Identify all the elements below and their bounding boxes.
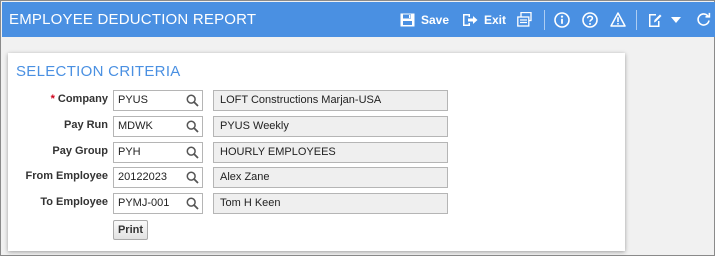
section-title: SELECTION CRITERIA: [16, 63, 181, 80]
header-bar: EMPLOYEE DEDUCTION REPORT Save Exit: [2, 2, 715, 37]
search-icon[interactable]: [186, 146, 199, 159]
required-marker: *: [50, 93, 55, 105]
pay-group-row: Pay Group PYH HOURLY EMPLOYEES: [8, 142, 625, 163]
selection-criteria-panel: SELECTION CRITERIA * Company PYUS LOFT Co…: [8, 53, 625, 251]
exit-label: Exit: [484, 12, 507, 27]
field-label: To Employee: [40, 196, 108, 208]
refresh-icon: [696, 12, 711, 27]
field-label: Pay Group: [52, 145, 108, 157]
info-icon: [554, 11, 570, 28]
help-icon: [582, 11, 598, 28]
warning-button[interactable]: [610, 2, 626, 37]
to-employee-code-input[interactable]: PYMJ-001: [113, 193, 203, 214]
company-description-field: LOFT Constructions Marjan-USA: [213, 90, 448, 111]
print-preview-icon: [517, 12, 532, 27]
pay-run-row: Pay Run MDWK PYUS Weekly: [8, 116, 625, 137]
pay-run-description-field: PYUS Weekly: [213, 116, 448, 137]
info-button[interactable]: [554, 2, 570, 37]
from-employee-description-field: Alex Zane: [213, 167, 448, 188]
pay-group-description-field: HOURLY EMPLOYEES: [213, 142, 448, 163]
search-icon[interactable]: [186, 197, 199, 210]
field-label: * Company: [50, 93, 108, 105]
exit-button[interactable]: Exit: [462, 2, 506, 37]
warning-icon: [610, 12, 626, 27]
company-row: * Company PYUS LOFT Constructions Marjan-…: [8, 90, 625, 111]
pay-group-code-input[interactable]: PYH: [113, 142, 203, 163]
search-icon[interactable]: [186, 171, 199, 184]
search-icon[interactable]: [186, 94, 199, 107]
edit-dropdown-button[interactable]: [671, 2, 681, 37]
company-code-input[interactable]: PYUS: [113, 90, 203, 111]
from-employee-row: From Employee 20122023 Alex Zane: [8, 167, 625, 188]
from-employee-code-input[interactable]: 20122023: [113, 167, 203, 188]
save-label: Save: [421, 12, 450, 27]
exit-icon: [462, 13, 478, 27]
help-button[interactable]: [582, 2, 598, 37]
refresh-button[interactable]: [696, 2, 711, 37]
pay-run-code-input[interactable]: MDWK: [113, 116, 203, 137]
to-employee-row: To Employee PYMJ-001 Tom H Keen: [8, 193, 625, 214]
page-title: EMPLOYEE DEDUCTION REPORT: [9, 11, 257, 28]
field-label: Pay Run: [63, 119, 108, 131]
save-button[interactable]: Save: [400, 2, 449, 37]
search-icon[interactable]: [186, 120, 199, 133]
edit-icon: [647, 12, 663, 28]
save-icon: [400, 13, 415, 27]
print-button[interactable]: Print: [113, 220, 148, 240]
to-employee-description-field: Tom H Keen: [213, 193, 448, 214]
toolbar-separator: [636, 10, 637, 30]
print-preview-button[interactable]: [517, 2, 532, 37]
field-label: From Employee: [25, 170, 108, 182]
dropdown-caret-icon: [671, 16, 681, 23]
report-window: EMPLOYEE DEDUCTION REPORT Save Exit SELE…: [0, 0, 715, 256]
toolbar-separator: [544, 10, 545, 30]
edit-button[interactable]: [647, 2, 663, 37]
